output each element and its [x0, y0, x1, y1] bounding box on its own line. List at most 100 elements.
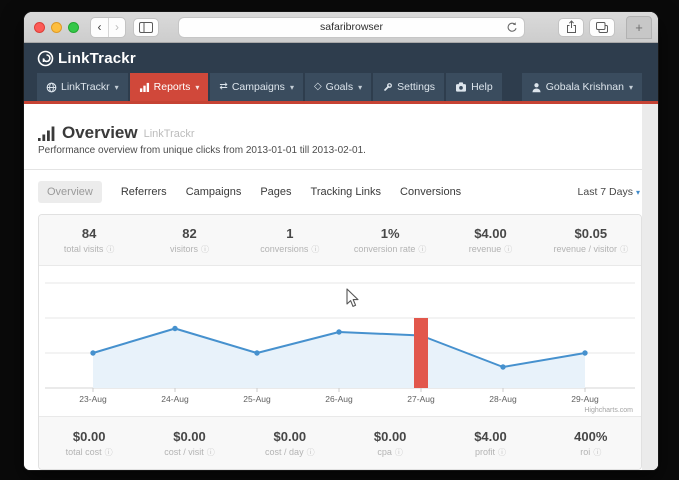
info-icon[interactable]: ⓘ: [207, 447, 215, 458]
highcharts-credit[interactable]: Highcharts.com: [584, 407, 633, 414]
browser-window: ‹ › safaribrowser: [24, 12, 658, 470]
stat-value: $4.00: [474, 429, 507, 444]
minimize-window-button[interactable]: [51, 22, 62, 33]
zoom-window-button[interactable]: [68, 22, 79, 33]
info-icon[interactable]: ⓘ: [498, 447, 506, 458]
stat-label: total cost: [66, 447, 102, 457]
wrench-icon: [382, 82, 393, 93]
address-text: safaribrowser: [320, 21, 383, 33]
history-nav-buttons: ‹ ›: [90, 17, 126, 38]
stat-value: 84: [82, 226, 96, 241]
caret-down-icon: ▾: [629, 83, 633, 92]
caret-down-icon: ▾: [636, 188, 640, 197]
address-bar[interactable]: safaribrowser: [178, 17, 525, 38]
info-icon[interactable]: ⓘ: [311, 244, 319, 255]
tabs-overview-icon: [595, 21, 609, 34]
svg-text:26-Aug: 26-Aug: [325, 394, 353, 404]
page-content: Overview LinkTrackr Performance overview…: [24, 104, 658, 470]
stat-cpa: $0.00 cpaⓘ: [340, 417, 440, 469]
stat-visitors: 82 visitorsⓘ: [139, 215, 239, 265]
stat-cost-per-visit: $0.00 cost / visitⓘ: [139, 417, 239, 469]
user-menu[interactable]: Gobala Krishnan ▾: [522, 73, 642, 101]
menu-item-help[interactable]: Help: [446, 73, 502, 101]
stat-label: revenue: [469, 244, 502, 254]
menu-item-campaigns[interactable]: ⇄ Campaigns ▾: [210, 73, 303, 101]
tab-referrers[interactable]: Referrers: [121, 186, 167, 198]
report-tabs: Overview Referrers Campaigns Pages Track…: [38, 181, 640, 203]
stat-label: cost / day: [265, 447, 304, 457]
titlebar-right-buttons: +: [558, 16, 652, 39]
user-icon: [531, 82, 542, 93]
logo-text: LinkTrackr: [58, 50, 136, 67]
tab-campaigns[interactable]: Campaigns: [186, 186, 242, 198]
date-range-selector[interactable]: Last 7 Days ▾: [578, 186, 640, 198]
globe-icon: [46, 82, 57, 93]
svg-text:25-Aug: 25-Aug: [243, 394, 271, 404]
menu-label: Campaigns: [232, 81, 285, 93]
show-tabs-button[interactable]: [589, 18, 615, 37]
target-icon: ◇: [314, 82, 322, 92]
menu-item-linktrackr[interactable]: LinkTrackr ▾: [37, 73, 128, 101]
tab-overview[interactable]: Overview: [38, 181, 102, 203]
forward-button[interactable]: ›: [108, 18, 125, 37]
menu-item-reports[interactable]: Reports ▾: [130, 73, 209, 101]
close-window-button[interactable]: [34, 22, 45, 33]
stat-label: total visits: [64, 244, 104, 254]
app-navbar: LinkTrackr: [24, 43, 658, 73]
main-menu: LinkTrackr ▾ Reports ▾ ⇄ Campaigns ▾ ◇ G…: [24, 73, 658, 104]
help-icon: [455, 82, 467, 92]
page-subtitle: Performance overview from unique clicks …: [38, 145, 658, 156]
overview-panel: 84 total visitsⓘ 82 visitorsⓘ 1 conversi…: [38, 214, 642, 470]
new-tab-button[interactable]: +: [626, 16, 652, 39]
reload-icon[interactable]: [506, 21, 518, 34]
sidebar-toggle-button[interactable]: [133, 18, 159, 37]
back-button[interactable]: ‹: [91, 18, 108, 37]
page-title-suffix: LinkTrackr: [144, 128, 195, 141]
menu-label: LinkTrackr: [61, 81, 110, 93]
visits-chart-container: 23-Aug24-Aug25-Aug26-Aug27-Aug28-Aug29-A…: [39, 266, 641, 416]
stat-label: visitors: [170, 244, 198, 254]
menu-item-goals[interactable]: ◇ Goals ▾: [305, 73, 371, 101]
info-icon[interactable]: ⓘ: [418, 244, 426, 255]
user-name: Gobala Krishnan: [546, 81, 624, 93]
bar-chart-icon: [139, 82, 150, 92]
scrollbar-track[interactable]: [642, 104, 658, 470]
info-icon[interactable]: ⓘ: [504, 244, 512, 255]
tab-tracking-links[interactable]: Tracking Links: [311, 186, 382, 198]
stat-value: $0.00: [173, 429, 206, 444]
info-icon[interactable]: ⓘ: [307, 447, 315, 458]
page-header: Overview LinkTrackr Performance overview…: [24, 104, 658, 156]
tab-conversions[interactable]: Conversions: [400, 186, 461, 198]
linktrackr-logo[interactable]: LinkTrackr: [37, 50, 136, 67]
stat-label: roi: [580, 447, 590, 457]
stats-row-bottom: $0.00 total costⓘ $0.00 cost / visitⓘ $0…: [39, 416, 641, 469]
menu-item-settings[interactable]: Settings: [373, 73, 444, 101]
info-icon[interactable]: ⓘ: [395, 447, 403, 458]
linktrackr-logo-icon: [37, 50, 54, 67]
info-icon[interactable]: ⓘ: [201, 244, 209, 255]
stat-label: cost / visit: [164, 447, 204, 457]
stat-label: conversion rate: [354, 244, 416, 254]
stat-value: 1: [286, 226, 293, 241]
stat-profit: $4.00 profitⓘ: [440, 417, 540, 469]
stat-value: 400%: [574, 429, 607, 444]
info-icon[interactable]: ⓘ: [593, 447, 601, 458]
stat-total-cost: $0.00 total costⓘ: [39, 417, 139, 469]
stat-value: $0.00: [274, 429, 307, 444]
info-icon[interactable]: ⓘ: [620, 244, 628, 255]
tab-pages[interactable]: Pages: [260, 186, 291, 198]
stat-revenue: $4.00 revenueⓘ: [440, 215, 540, 265]
stat-roi: 400% roiⓘ: [541, 417, 641, 469]
info-icon[interactable]: ⓘ: [105, 447, 113, 458]
menu-label: Settings: [397, 81, 435, 93]
caret-down-icon: ▾: [358, 83, 362, 92]
stats-row-top: 84 total visitsⓘ 82 visitorsⓘ 1 conversi…: [39, 215, 641, 266]
stat-value: $0.05: [575, 226, 608, 241]
header-divider: [24, 169, 658, 170]
share-icon: [565, 20, 578, 34]
share-button[interactable]: [558, 18, 584, 37]
svg-text:28-Aug: 28-Aug: [489, 394, 517, 404]
menu-label: Reports: [154, 81, 191, 93]
info-icon[interactable]: ⓘ: [106, 244, 114, 255]
visits-area-chart[interactable]: 23-Aug24-Aug25-Aug26-Aug27-Aug28-Aug29-A…: [39, 266, 641, 416]
